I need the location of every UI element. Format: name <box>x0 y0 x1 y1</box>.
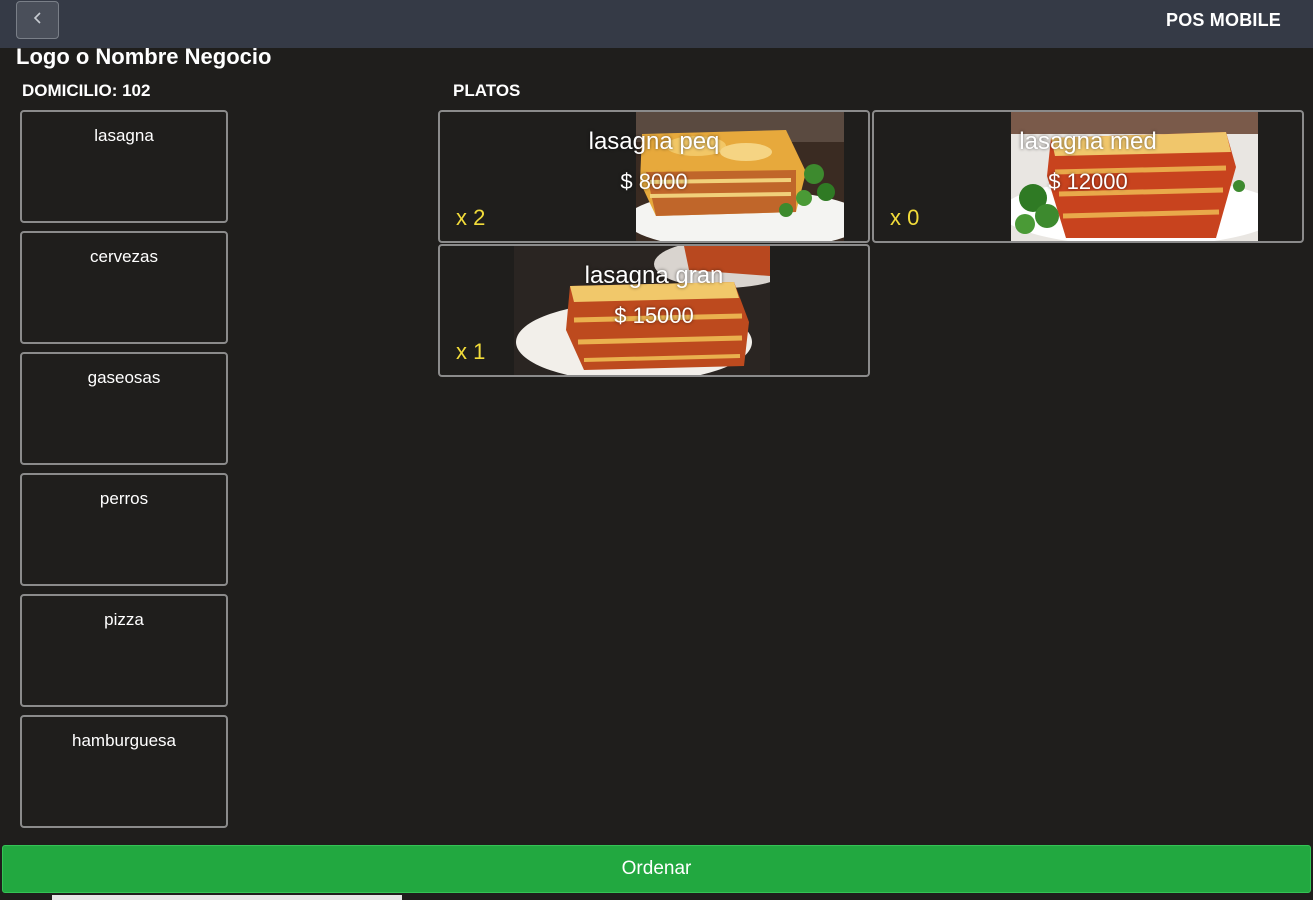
category-button-perros[interactable]: perros <box>20 473 228 586</box>
top-bar: POS MOBILE <box>0 0 1313 48</box>
category-button-gaseosas[interactable]: gaseosas <box>20 352 228 465</box>
app-title: POS MOBILE <box>1165 10 1281 30</box>
category-label: hamburguesa <box>72 731 176 750</box>
dish-name: lasagna peq <box>588 128 720 155</box>
category-label: gaseosas <box>87 368 161 387</box>
dish-card-lasagna-peq[interactable]: lasagna peq $ 8000 x 2 <box>438 110 870 243</box>
bottom-bar <box>52 895 402 900</box>
chevron-left-icon <box>31 10 45 31</box>
category-button-lasagna[interactable]: lasagna <box>20 110 228 223</box>
category-label: perros <box>99 489 149 508</box>
category-label: pizza <box>104 610 144 629</box>
dish-price: $ 12000 <box>1048 169 1128 194</box>
dish-card-lasagna-med[interactable]: lasagna med $ 12000 x 0 <box>872 110 1304 243</box>
category-label: cervezas <box>89 247 159 266</box>
dish-name: lasagna med <box>1019 128 1157 155</box>
dish-quantity: x 2 <box>456 205 486 230</box>
dish-quantity: x 0 <box>890 205 920 230</box>
dish-card-lasagna-gran[interactable]: lasagna gran $ 15000 x 1 <box>438 244 870 377</box>
dish-price: $ 15000 <box>614 303 694 328</box>
bottom-strip <box>0 895 1313 900</box>
dish-quantity: x 1 <box>456 339 486 364</box>
category-button-hamburguesa[interactable]: hamburguesa <box>20 715 228 828</box>
order-label: DOMICILIO: 102 <box>22 81 151 100</box>
dish-name: lasagna gran <box>584 262 724 289</box>
business-name: Logo o Nombre Negocio <box>16 44 272 69</box>
category-list: lasagna cervezas gaseosas perros pizza h… <box>20 110 228 836</box>
category-button-cervezas[interactable]: cervezas <box>20 231 228 344</box>
dishes-section-label: PLATOS <box>453 81 521 100</box>
order-button[interactable]: Ordenar <box>2 845 1311 893</box>
category-label: lasagna <box>94 126 154 145</box>
back-button[interactable] <box>16 1 59 39</box>
dish-price: $ 8000 <box>620 169 688 194</box>
category-button-pizza[interactable]: pizza <box>20 594 228 707</box>
